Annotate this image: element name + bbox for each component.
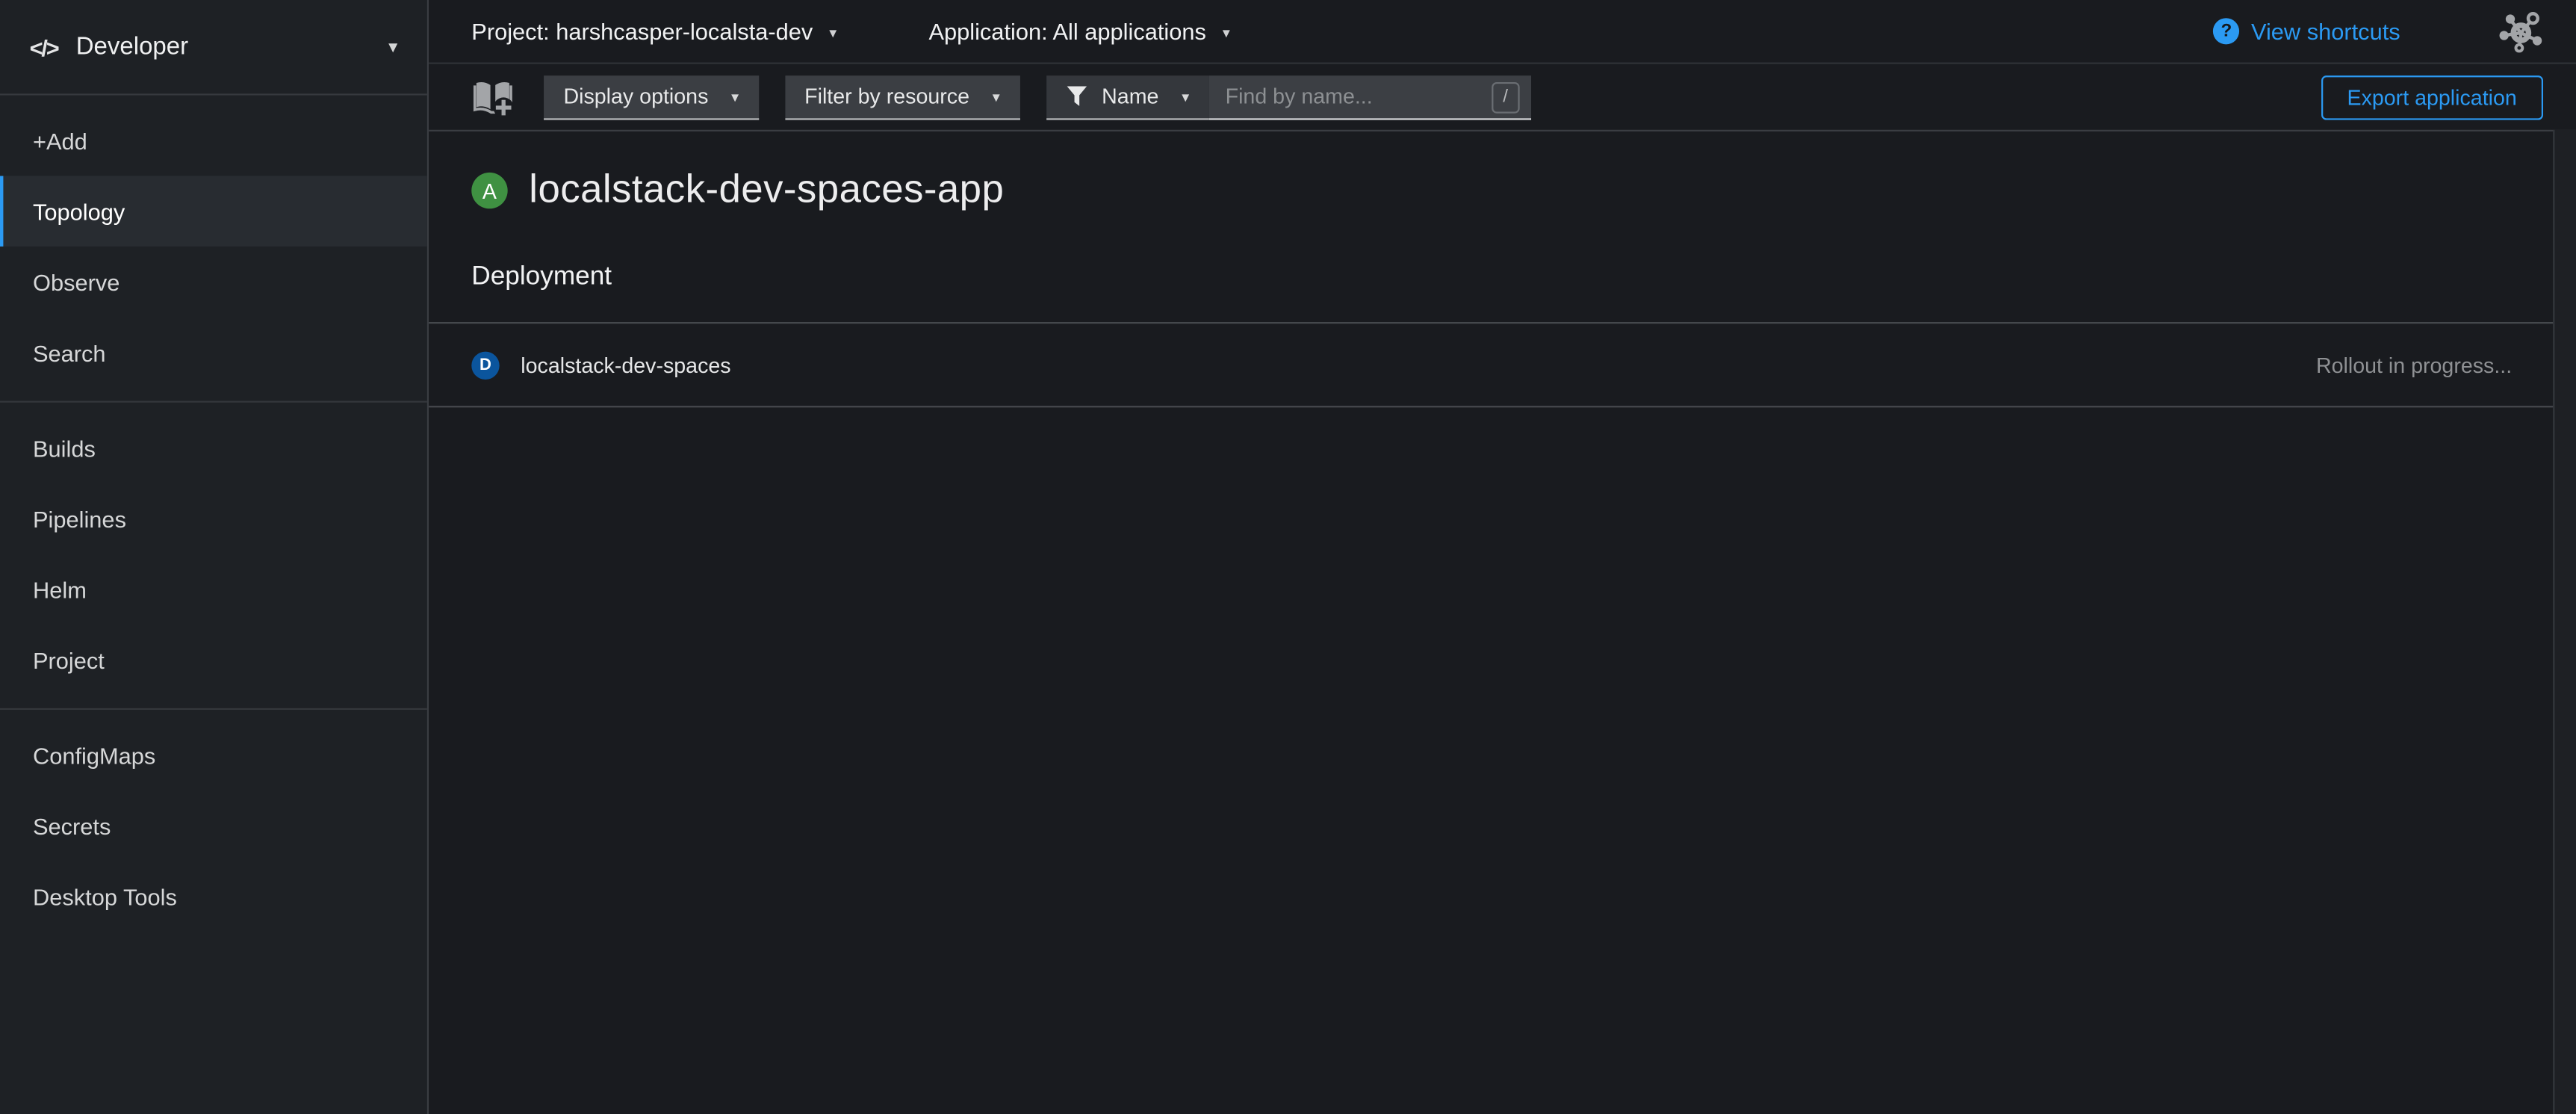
- question-circle-icon: ?: [2213, 18, 2239, 44]
- project-menu-button[interactable]: Project: harshcasper-localsta-dev ▾: [471, 18, 837, 44]
- sidebar-item-secrets[interactable]: Secrets: [0, 790, 427, 861]
- nav-section-1: +Add Topology Observe Search: [0, 96, 427, 401]
- deployment-list: D localstack-dev-spaces Rollout in progr…: [429, 322, 2554, 407]
- filter-icon: [1066, 85, 1087, 107]
- application-menu-label: Application: All applications: [928, 18, 1205, 44]
- view-shortcuts-label: View shortcuts: [2251, 18, 2400, 44]
- chevron-down-icon: ▾: [829, 24, 837, 42]
- perspective-switcher[interactable]: </> Developer ▾: [0, 0, 427, 96]
- deployment-status: Rollout in progress...: [2316, 353, 2512, 377]
- resource-kind-heading: Deployment: [471, 263, 2576, 293]
- topology-toolbar: Display options ▾ Filter by resource ▾ N…: [429, 64, 2576, 131]
- chevron-down-icon: ▾: [731, 89, 739, 107]
- find-by-name-input[interactable]: [1209, 75, 1531, 119]
- sidebar-item-add[interactable]: +Add: [0, 105, 427, 176]
- sidebar-item-project[interactable]: Project: [0, 625, 427, 696]
- display-options-dropdown[interactable]: Display options ▾: [544, 75, 758, 119]
- application-group-title: localstack-dev-spaces-app: [529, 167, 1004, 214]
- sidebar-item-desktop-tools[interactable]: Desktop Tools: [0, 861, 427, 932]
- perspective-label: Developer: [76, 33, 188, 61]
- chevron-down-icon: ▾: [1223, 24, 1230, 42]
- nav-section-2: Builds Pipelines Helm Project: [0, 401, 427, 708]
- filter-by-resource-label: Filter by resource: [804, 84, 969, 108]
- deployment-name: localstack-dev-spaces: [521, 353, 730, 377]
- chevron-down-icon: ▾: [1182, 89, 1189, 107]
- view-shortcuts-link[interactable]: ? View shortcuts: [2213, 18, 2400, 44]
- sidebar: </> Developer ▾ +Add Topology Observe Se…: [0, 0, 429, 1114]
- nav-section-3: ConfigMaps Secrets Desktop Tools: [0, 708, 427, 945]
- scrollbar-track[interactable]: [2553, 130, 2576, 1114]
- app-root: </> Developer ▾ +Add Topology Observe Se…: [0, 0, 2576, 1114]
- topology-list-view: A localstack-dev-spaces-app Deployment D…: [429, 131, 2576, 1114]
- name-filter-group: Name ▾ /: [1046, 75, 1530, 119]
- topology-graph-view-button[interactable]: [2499, 10, 2543, 52]
- filter-type-dropdown[interactable]: Name ▾: [1046, 75, 1208, 119]
- sidebar-nav: +Add Topology Observe Search Builds Pipe…: [0, 96, 427, 945]
- main-column: Project: harshcasper-localsta-dev ▾ Appl…: [429, 0, 2576, 1114]
- book-plus-button[interactable]: [471, 75, 514, 118]
- filter-by-resource-dropdown[interactable]: Filter by resource ▾: [785, 75, 1019, 119]
- book-plus-icon: [471, 75, 514, 118]
- application-badge: A: [471, 173, 507, 208]
- sidebar-item-helm[interactable]: Helm: [0, 554, 427, 625]
- display-options-label: Display options: [563, 84, 708, 108]
- project-menu-label: Project: harshcasper-localsta-dev: [471, 18, 813, 44]
- chevron-down-icon: ▾: [993, 89, 1000, 107]
- export-application-button[interactable]: Export application: [2321, 75, 2543, 119]
- sidebar-item-observe[interactable]: Observe: [0, 247, 427, 318]
- deployment-row[interactable]: D localstack-dev-spaces Rollout in progr…: [429, 322, 2554, 407]
- context-bar-right: ? View shortcuts: [2213, 10, 2543, 52]
- code-icon: </>: [30, 34, 58, 60]
- sidebar-item-configmaps[interactable]: ConfigMaps: [0, 720, 427, 790]
- filter-type-label: Name: [1102, 84, 1158, 108]
- chevron-down-icon: ▾: [388, 36, 397, 58]
- context-bar: Project: harshcasper-localsta-dev ▾ Appl…: [429, 0, 2576, 64]
- deployment-badge: D: [471, 351, 499, 379]
- find-by-name-wrapper: /: [1209, 75, 1531, 119]
- sidebar-item-search[interactable]: Search: [0, 317, 427, 388]
- application-menu-button[interactable]: Application: All applications ▾: [928, 18, 1229, 44]
- topology-graph-icon: [2499, 10, 2543, 52]
- sidebar-item-builds[interactable]: Builds: [0, 412, 427, 483]
- sidebar-item-topology[interactable]: Topology: [0, 176, 427, 247]
- sidebar-item-pipelines[interactable]: Pipelines: [0, 483, 427, 554]
- slash-shortcut-key: /: [1492, 81, 1519, 113]
- application-group-header: A localstack-dev-spaces-app: [471, 167, 2576, 214]
